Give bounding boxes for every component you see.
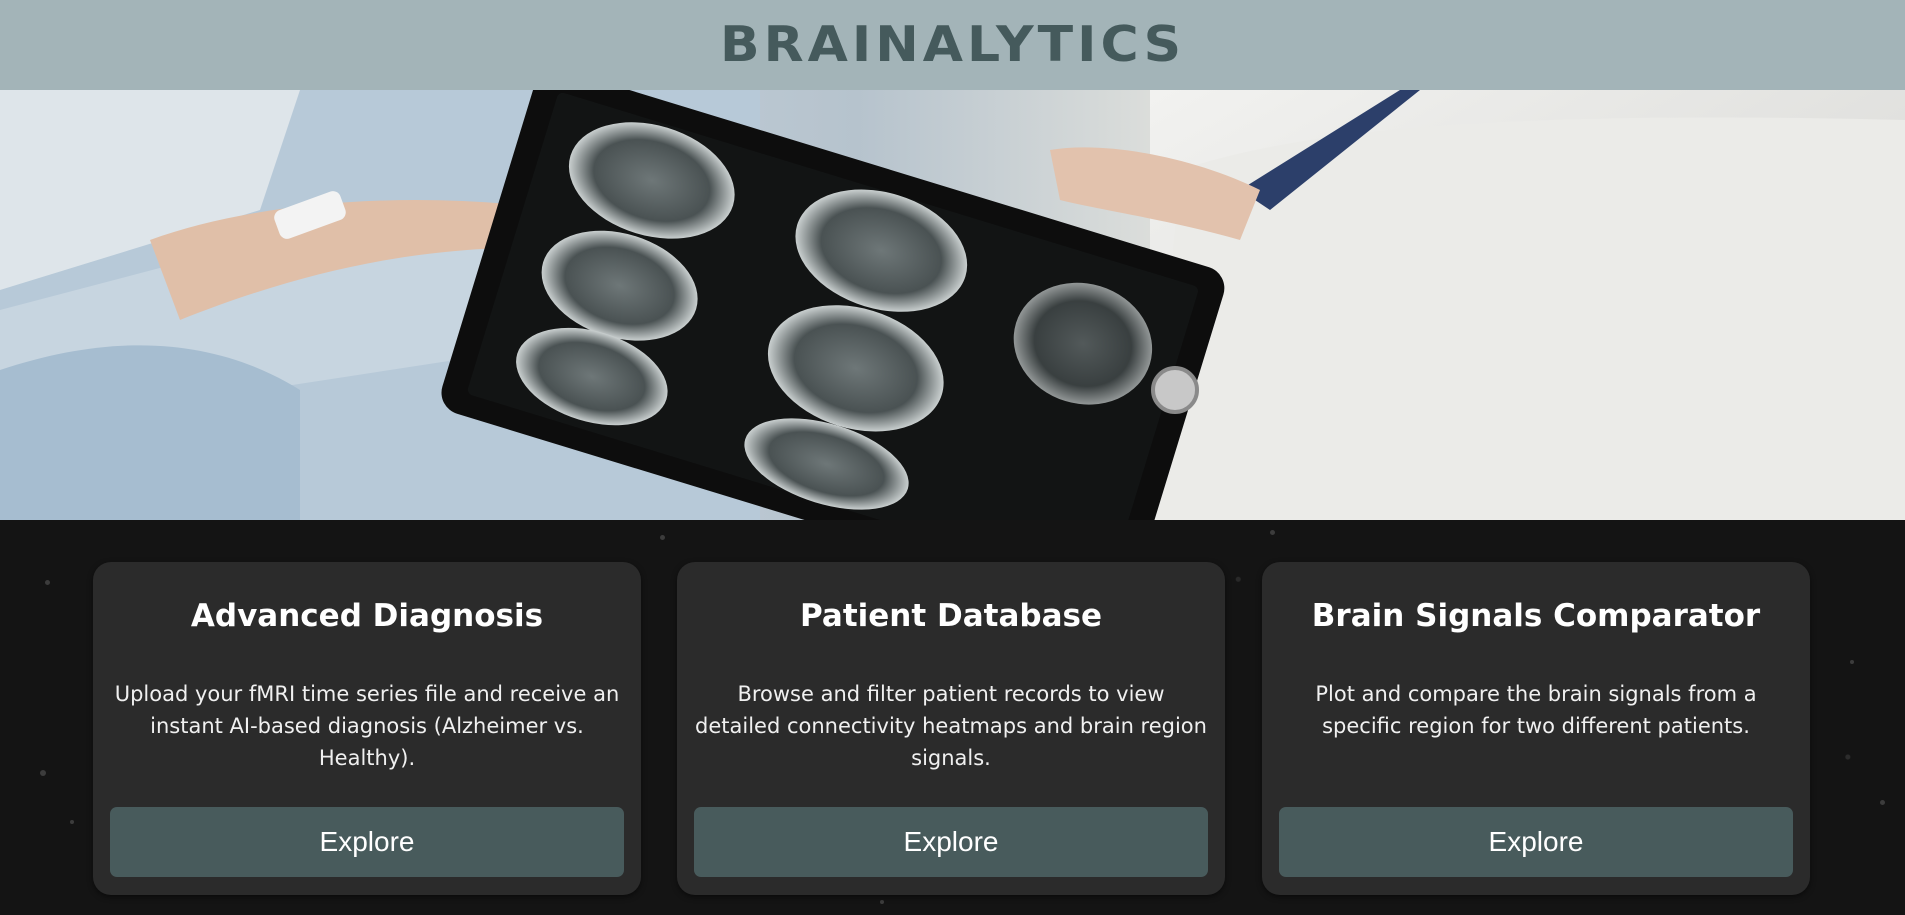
explore-button-brain-signals-comparator[interactable]: Explore [1279,807,1793,877]
card-description: Plot and compare the brain signals from … [1315,682,1757,738]
doctor-tablet-brain-scan-image [0,90,1905,520]
feature-card-advanced-diagnosis: Advanced Diagnosis Upload your fMRI time… [93,562,641,895]
explore-button-patient-database[interactable]: Explore [694,807,1208,877]
card-title: Advanced Diagnosis [190,598,544,634]
feature-card-brain-signals-comparator: Brain Signals Comparator Plot and compar… [1262,562,1810,895]
card-description: Upload your fMRI time series file and re… [114,682,620,770]
hero-image [0,90,1905,520]
feature-card-patient-database: Patient Database Browse and filter patie… [677,562,1225,895]
site-header: BRAINALYTICS [0,0,1905,90]
card-title: Patient Database [800,598,1102,634]
explore-button-advanced-diagnosis[interactable]: Explore [110,807,624,877]
brand-logo[interactable]: BRAINALYTICS [720,17,1185,74]
card-description: Browse and filter patient records to vie… [695,682,1207,770]
card-title: Brain Signals Comparator [1311,598,1761,634]
